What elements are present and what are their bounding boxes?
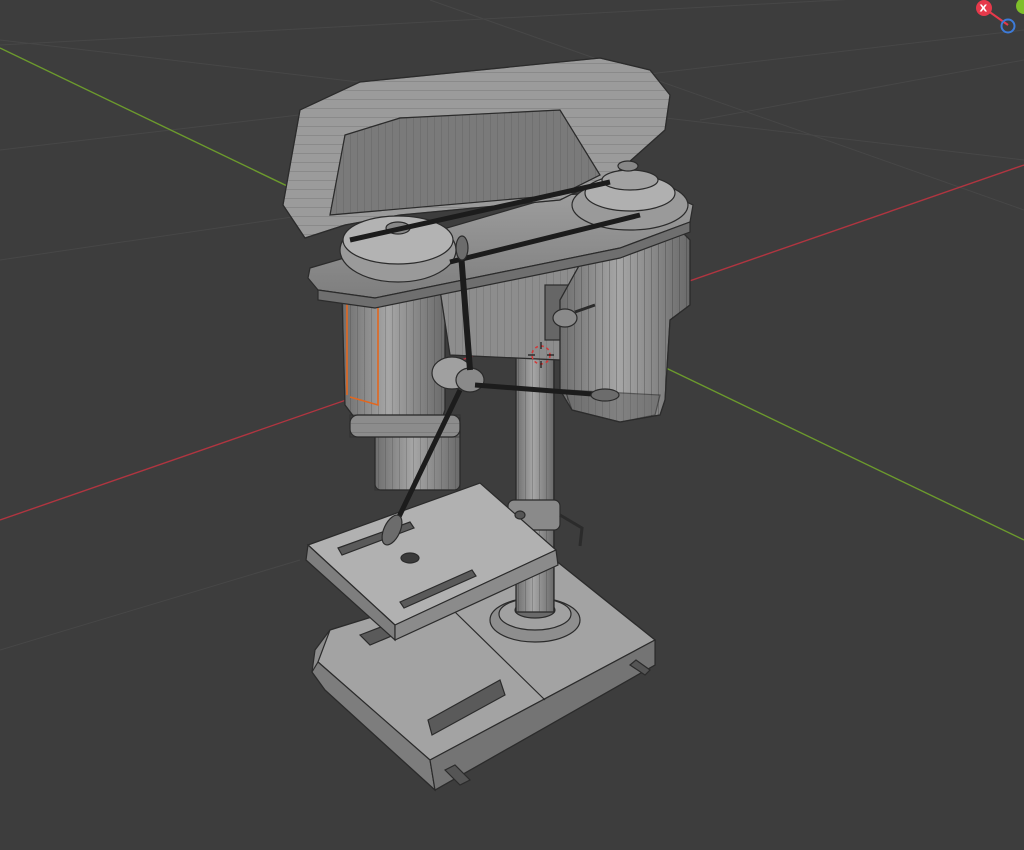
gizmo-x-label: X [980,4,988,15]
3d-viewport[interactable]: X [0,0,1024,850]
spindle-pulley [339,215,457,283]
